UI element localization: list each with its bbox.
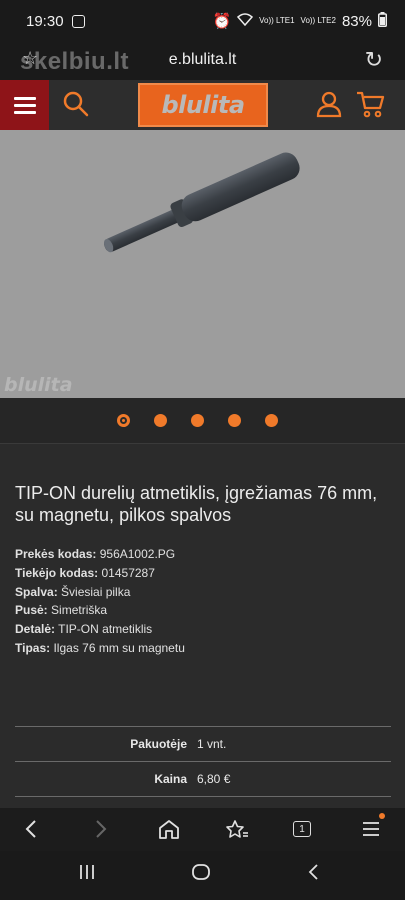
account-button[interactable] bbox=[316, 90, 342, 118]
user-icon bbox=[316, 91, 342, 118]
site-logo[interactable]: blulita bbox=[138, 83, 268, 127]
battery-level: 83% bbox=[341, 12, 372, 30]
search-button[interactable] bbox=[62, 90, 90, 118]
price-label: Kaina bbox=[154, 772, 187, 786]
forward-icon[interactable] bbox=[94, 816, 108, 842]
address-bar: skelbiu.lt ☆ e.blulita.lt ↻ bbox=[0, 42, 405, 80]
spec-label: Pusė: bbox=[15, 603, 48, 618]
reload-icon[interactable]: ↻ bbox=[365, 47, 383, 73]
carousel-dot[interactable] bbox=[154, 414, 167, 427]
cart-button[interactable] bbox=[355, 90, 385, 118]
product-photo bbox=[104, 152, 300, 253]
package-value: 1 vnt. bbox=[197, 737, 227, 751]
browser-menu-icon[interactable] bbox=[362, 813, 385, 842]
spec-value: 956A1002.PG bbox=[99, 547, 176, 561]
logo-text: blulita bbox=[161, 91, 245, 119]
back-icon[interactable] bbox=[24, 816, 38, 842]
battery-icon bbox=[378, 11, 387, 31]
spec-value: 01457287 bbox=[101, 565, 155, 580]
alarm-icon: ⏰ bbox=[212, 13, 232, 30]
product-image[interactable]: blulita bbox=[0, 130, 405, 398]
system-back-icon[interactable] bbox=[306, 863, 320, 887]
menu-button[interactable] bbox=[0, 80, 49, 130]
system-nav-bar bbox=[0, 851, 405, 900]
spec-row: Pusė: Simetriška bbox=[15, 601, 395, 620]
spec-value: Šviesiai pilka bbox=[61, 584, 131, 599]
url-field[interactable]: e.blulita.lt bbox=[0, 51, 405, 69]
recents-icon[interactable] bbox=[78, 863, 96, 887]
cart-icon bbox=[357, 91, 385, 118]
spec-label: Detalė: bbox=[15, 622, 56, 637]
image-watermark: blulita bbox=[4, 374, 73, 396]
tabs-count: 1 bbox=[293, 821, 311, 837]
spec-label: Prekės kodas: bbox=[15, 547, 97, 561]
spec-label: Spalva: bbox=[15, 584, 58, 599]
image-carousel-dots bbox=[0, 398, 405, 444]
signal-sim2-icon: Vo)) LTE2 bbox=[300, 16, 336, 25]
site-header: blulita bbox=[0, 80, 405, 130]
price-value: 6,80 € bbox=[197, 772, 231, 786]
search-icon bbox=[63, 91, 89, 117]
spec-value: TIP-ON atmetiklis bbox=[58, 622, 153, 637]
price-table: Pakuotėje 1 vnt. Kaina 6,80 € bbox=[15, 726, 391, 797]
app-notification-icon bbox=[71, 14, 85, 28]
menu-icon bbox=[13, 96, 36, 100]
price-row: Kaina 6,80 € bbox=[15, 762, 391, 797]
home-circle-icon[interactable] bbox=[191, 863, 211, 887]
notification-dot bbox=[379, 813, 385, 819]
spec-row: Detalė: TIP-ON atmetiklis bbox=[15, 620, 395, 639]
status-bar: 19:30 ⏰ Vo)) LTE1 Vo)) LTE2 83% bbox=[0, 0, 405, 42]
carousel-dot[interactable] bbox=[265, 414, 278, 427]
spec-row: Tipas: Ilgas 76 mm su magnetu bbox=[15, 639, 395, 658]
home-icon[interactable] bbox=[158, 816, 180, 842]
product-specs: Prekės kodas: 956A1002.PG Tiekėjo kodas:… bbox=[15, 545, 395, 658]
carousel-dot[interactable] bbox=[117, 414, 130, 427]
package-row: Pakuotėje 1 vnt. bbox=[15, 727, 391, 762]
tabs-icon[interactable]: 1 bbox=[293, 816, 311, 842]
status-time: 19:30 bbox=[26, 12, 64, 30]
signal-sim1-icon: Vo)) LTE1 bbox=[259, 16, 295, 25]
spec-row: Prekės kodas: 956A1002.PG bbox=[15, 545, 395, 564]
spec-label: Tiekėjo kodas: bbox=[15, 565, 99, 580]
product-title: TIP-ON durelių atmetiklis, įgrežiamas 76… bbox=[15, 483, 378, 525]
browser-bottom-nav: 1 bbox=[0, 808, 405, 851]
package-label: Pakuotėje bbox=[130, 737, 187, 751]
spec-value: Simetriška bbox=[51, 603, 108, 618]
spec-row: Tiekėjo kodas: 01457287 bbox=[15, 564, 395, 583]
carousel-dot[interactable] bbox=[228, 414, 241, 427]
spec-row: Spalva: Šviesiai pilka bbox=[15, 583, 395, 602]
wifi-icon bbox=[237, 12, 254, 30]
bookmarks-icon[interactable] bbox=[225, 816, 249, 842]
spec-label: Tipas: bbox=[15, 640, 51, 655]
carousel-dot[interactable] bbox=[191, 414, 204, 427]
spec-value: Ilgas 76 mm su magnetu bbox=[53, 640, 185, 655]
